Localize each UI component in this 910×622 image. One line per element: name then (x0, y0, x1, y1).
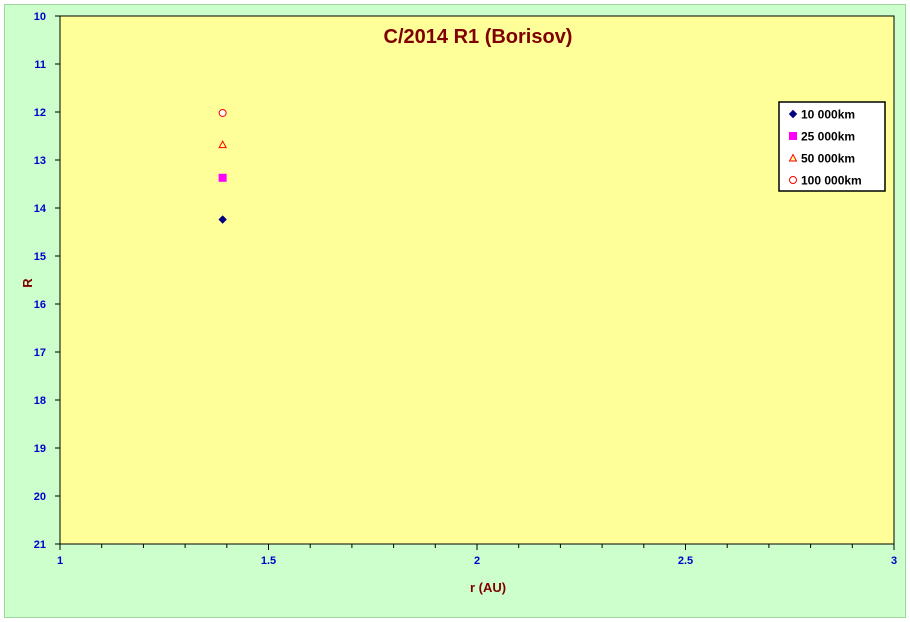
legend-label: 50 000km (801, 152, 855, 166)
y-axis-ticks: 10 11 12 13 14 15 16 17 18 19 20 21 (34, 11, 60, 551)
legend-marker-circle (789, 176, 797, 184)
x-axis-title: r (AU) (470, 580, 506, 595)
x-tick-label: 2.5 (678, 555, 693, 567)
y-tick-label: 15 (34, 251, 46, 263)
legend-label: 25 000km (801, 130, 855, 144)
x-tick-label: 3 (891, 555, 897, 567)
legend-label: 100 000km (801, 174, 862, 188)
y-axis-title: R (20, 278, 35, 288)
y-tick-label: 13 (34, 155, 46, 167)
data-point-circle (218, 108, 227, 117)
x-axis-ticks: 1 1.5 2 2.5 3 (57, 544, 897, 567)
chart-svg: 1 1.5 2 2.5 3 10 11 12 13 14 15 16 17 18 19 20 21 C/201… (20, 11, 897, 595)
y-tick-label: 18 (34, 395, 46, 407)
y-tick-label: 11 (34, 59, 46, 71)
y-tick-label: 14 (34, 203, 47, 215)
x-tick-label: 2 (474, 555, 480, 567)
y-tick-label: 21 (34, 539, 46, 551)
legend: 10 000km 25 000km 50 000km 100 000km (778, 101, 886, 192)
y-tick-label: 10 (34, 11, 46, 23)
y-tick-label: 19 (34, 443, 46, 455)
x-tick-label: 1.5 (261, 555, 276, 567)
legend-marker-square (789, 132, 797, 140)
legend-label: 10 000km (801, 108, 855, 122)
plot-background (59, 15, 895, 545)
y-tick-label: 16 (34, 299, 46, 311)
chart-title: C/2014 R1 (Borisov) (384, 26, 573, 48)
y-tick-label: 17 (34, 347, 46, 359)
x-tick-label: 1 (57, 555, 63, 567)
y-tick-label: 20 (34, 491, 46, 503)
y-tick-label: 12 (34, 107, 46, 119)
data-point-square (218, 173, 227, 182)
